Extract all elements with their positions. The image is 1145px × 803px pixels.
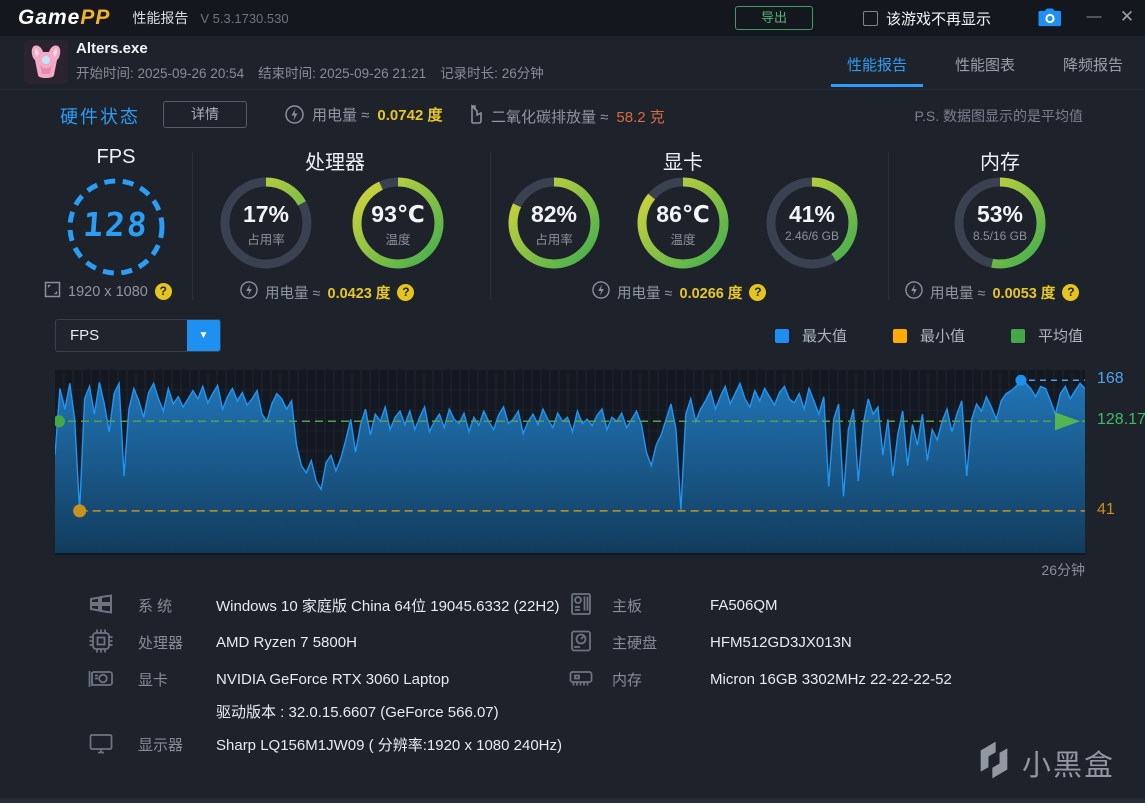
minimize-button[interactable]: —	[1082, 4, 1106, 30]
fps-section-title: FPS	[96, 146, 136, 168]
hardware-status-bar: 硬件状态 详情 用电量 ≈ 0.0742 度 二氧化碳排放量 ≈ 58.2 克 …	[0, 91, 1145, 139]
cpu-power: 用电量 ≈ 0.0423 度 ?	[240, 281, 415, 303]
help-icon[interactable]: ?	[1062, 283, 1080, 301]
cpu-section-title: 处理器	[305, 152, 365, 174]
motherboard-icon	[568, 591, 596, 619]
chart-avg-label: 128.17	[1097, 411, 1145, 429]
chart-min-label: 41	[1097, 500, 1115, 518]
close-button[interactable]: ✕	[1114, 4, 1140, 30]
metric-dropdown[interactable]: FPS ▼	[55, 319, 221, 352]
game-icon	[24, 40, 68, 84]
gpu-driver-row: 驱动版本 : 32.0.15.6607 (GeForce 566.07)	[216, 703, 499, 721]
mem-usage-gauge: 53% 8.5/16 GB	[952, 175, 1048, 271]
duration: 记录时长: 26分钟	[440, 66, 544, 81]
tab-performance-chart[interactable]: 性能图表	[955, 36, 1015, 90]
monitor-icon	[88, 730, 116, 758]
fps-value: 128	[81, 205, 151, 244]
dont-show-label: 该游戏不再显示	[886, 11, 992, 28]
legend-min-swatch	[892, 328, 907, 343]
co2-icon	[467, 104, 483, 128]
help-icon[interactable]: ?	[397, 283, 415, 301]
game-exe-name: Alters.exe	[76, 40, 148, 57]
power-icon	[592, 281, 610, 303]
legend-max: 最大值	[774, 325, 847, 346]
ram-row: 内存 Micron 16GB 3302MHz 22-22-22-52	[568, 665, 952, 693]
ps-note: P.S. 数据图显示的是平均值	[914, 108, 1083, 124]
fps-gauge: 128	[64, 175, 168, 279]
gpu-icon	[88, 665, 116, 693]
help-icon[interactable]: ?	[154, 283, 172, 300]
divider	[490, 152, 491, 300]
tab-performance-report[interactable]: 性能报告	[830, 36, 923, 90]
chart-legend: 最大值 最小值 平均值	[774, 325, 1083, 346]
app-version: V 5.3.1730.530	[200, 10, 289, 26]
ram-icon	[568, 665, 596, 693]
heybox-brand: 小黑盒	[976, 740, 1115, 785]
chart-duration-label: 26分钟	[1041, 562, 1085, 578]
chart-controls: FPS ▼ 最大值 最小值 平均值	[0, 318, 1145, 354]
legend-max-swatch	[774, 328, 789, 343]
gpu-temp-gauge: 86℃ 温度	[635, 175, 731, 271]
cpu-icon	[88, 628, 116, 656]
gpu-row: 显卡 NVIDIA GeForce RTX 3060 Laptop	[88, 665, 449, 693]
page-title: 性能报告	[132, 10, 189, 26]
system-icon	[88, 591, 116, 619]
help-icon[interactable]: ?	[749, 283, 767, 301]
power-icon	[905, 281, 923, 303]
power-icon	[285, 105, 304, 124]
legend-avg: 平均值	[1010, 325, 1083, 346]
power-value: 0.0742 度	[377, 107, 443, 124]
report-tabs: 性能报告 性能图表 降频报告	[830, 36, 1123, 90]
dropdown-button[interactable]: ▼	[187, 320, 220, 351]
co2-value: 58.2 克	[616, 108, 665, 126]
divider	[192, 152, 193, 300]
gpu-power: 用电量 ≈ 0.0266 度 ?	[592, 281, 767, 303]
total-power-usage: 用电量 ≈ 0.0742 度	[285, 104, 442, 125]
session-times: 开始时间: 2025-09-26 20:54 结束时间: 2025-09-26 …	[76, 62, 544, 82]
title-bar: GamePP 性能报告 V 5.3.1730.530 导出 该游戏不再显示 — …	[0, 0, 1145, 36]
hardware-status-heading: 硬件状态	[60, 107, 140, 127]
co2-emission: 二氧化碳排放量 ≈ 58.2 克	[467, 104, 665, 128]
disk-icon	[568, 628, 596, 656]
power-icon	[240, 281, 258, 303]
fps-chart[interactable]: 168 128.17 41	[53, 370, 1145, 555]
metric-dropdown-value: FPS	[70, 327, 100, 344]
cpu-row: 处理器 AMD Ryzen 7 5800H	[88, 628, 357, 656]
window-bottom-edge	[0, 798, 1145, 803]
system-row: 系 统 Windows 10 家庭版 China 64位 19045.6332 …	[88, 591, 560, 619]
export-button[interactable]: 导出	[735, 6, 813, 30]
motherboard-row: 主板 FA506QM	[568, 591, 778, 619]
game-header: Alters.exe 开始时间: 2025-09-26 20:54 结束时间: …	[0, 36, 1145, 90]
gpu-section-title: 显卡	[663, 152, 703, 174]
dont-show-checkbox[interactable]	[863, 11, 878, 26]
gauge-row: FPS 处理器 显卡 内存 128 17% 占用率 93℃ 温度 82% 占用率	[0, 140, 1145, 310]
cpu-usage-gauge: 17% 占用率	[218, 175, 314, 271]
gamepp-logo: GamePP	[18, 6, 111, 29]
detail-button[interactable]: 详情	[163, 101, 247, 128]
start-time: 开始时间: 2025-09-26 20:54	[76, 66, 245, 81]
mem-power: 用电量 ≈ 0.0053 度 ?	[905, 281, 1080, 303]
divider	[888, 152, 889, 300]
tab-throttle-report[interactable]: 降频报告	[1063, 36, 1123, 90]
gpu-vram-gauge: 41% 2.46/6 GB	[764, 175, 860, 271]
cpu-temp-gauge: 93℃ 温度	[350, 175, 446, 271]
mem-section-title: 内存	[980, 152, 1020, 174]
fps-resolution: 1920 x 1080 ?	[44, 281, 172, 302]
end-time: 结束时间: 2025-09-26 21:21	[258, 66, 427, 81]
chevron-down-icon: ▼	[198, 330, 209, 341]
resolution-icon	[44, 281, 61, 302]
screenshot-camera-icon[interactable]	[1038, 7, 1062, 27]
monitor-row: 显示器 Sharp LQ156M1JW09 ( 分辨率:1920 x 1080 …	[88, 730, 562, 758]
chart-max-label: 168	[1097, 370, 1124, 388]
gpu-usage-gauge: 82% 占用率	[506, 175, 602, 271]
disk-row: 主硬盘 HFM512GD3JX013N	[568, 628, 852, 656]
legend-min: 最小值	[892, 325, 965, 346]
legend-avg-swatch	[1010, 328, 1025, 343]
heybox-logo-icon	[976, 740, 1012, 785]
